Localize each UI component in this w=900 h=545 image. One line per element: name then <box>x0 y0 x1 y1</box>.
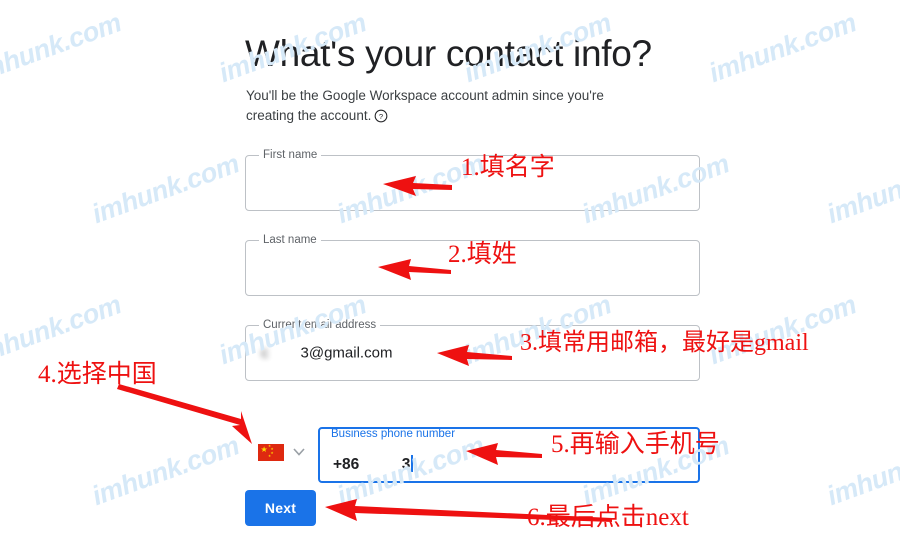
last-name-value <box>261 260 277 277</box>
first-name-label: First name <box>259 149 322 162</box>
email-redacted-part: c <box>261 344 301 362</box>
first-name-field[interactable]: First name <box>245 149 700 211</box>
flag-star-small-4: ★ <box>268 453 272 458</box>
last-name-label: Last name <box>259 234 321 247</box>
phone-prefix: +86 <box>333 456 360 473</box>
country-selector[interactable]: ★ ★ ★ ★ ★ <box>258 443 305 461</box>
text-caret <box>411 455 413 472</box>
subtitle-text: You'll be the Google Workspace account a… <box>246 88 604 123</box>
business-phone-number-value: +86 3 <box>333 455 413 474</box>
flag-star-large: ★ <box>260 445 268 454</box>
current-email-address-field[interactable]: Current email address c 3@gmail.com <box>245 319 700 381</box>
email-visible-part: 3@gmail.com <box>300 344 393 362</box>
business-phone-number-field[interactable]: Business phone number +86 3 <box>318 427 700 483</box>
chevron-down-icon[interactable] <box>293 443 305 461</box>
business-phone-number-label: Business phone number <box>331 428 456 440</box>
phone-redacted-part <box>359 456 401 473</box>
china-flag-icon: ★ ★ ★ ★ ★ <box>258 443 284 461</box>
first-name-value <box>261 175 292 192</box>
page-subtitle: You'll be the Google Workspace account a… <box>246 86 626 129</box>
page-title: What's your contact info? <box>245 32 652 74</box>
phone-visible-part: 3 <box>401 456 411 473</box>
next-button[interactable]: Next <box>245 490 316 526</box>
current-email-address-value: c 3@gmail.com <box>261 345 392 362</box>
help-circle-icon[interactable]: ? <box>374 109 388 129</box>
svg-text:?: ? <box>379 112 383 121</box>
last-name-field[interactable]: Last name <box>245 234 700 296</box>
signup-contact-info-page: What's your contact info? You'll be the … <box>0 0 900 545</box>
current-email-address-label: Current email address <box>259 319 381 332</box>
